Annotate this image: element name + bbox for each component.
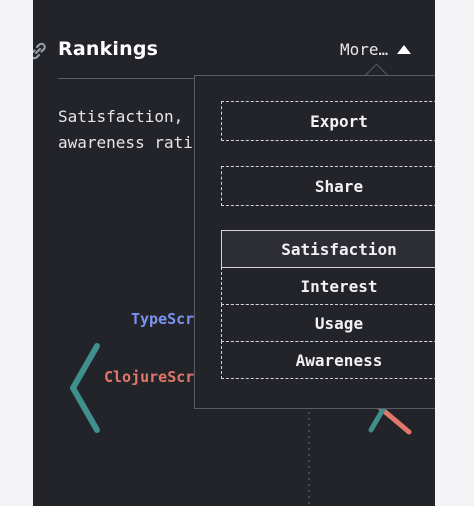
ranking-options-group: Satisfaction Interest Usage Awareness	[221, 230, 435, 379]
more-dropdown-menu: Export Share Satisfaction Interest Usage…	[194, 75, 435, 409]
clojurescript-label: ClojureScr	[104, 368, 195, 386]
ranking-option-interest[interactable]: Interest	[221, 267, 435, 305]
export-button[interactable]: Export	[221, 101, 435, 141]
share-button[interactable]: Share	[221, 166, 435, 206]
rankings-panel: Rankings More… Satisfaction, awareness r…	[33, 0, 435, 506]
ranking-option-awareness[interactable]: Awareness	[221, 341, 435, 379]
ranking-option-usage[interactable]: Usage	[221, 304, 435, 342]
teal-series-line	[368, 403, 388, 433]
chevron-left-icon	[70, 343, 100, 433]
ranking-option-satisfaction[interactable]: Satisfaction	[221, 230, 435, 268]
typescript-label: TypeScr	[131, 310, 195, 328]
